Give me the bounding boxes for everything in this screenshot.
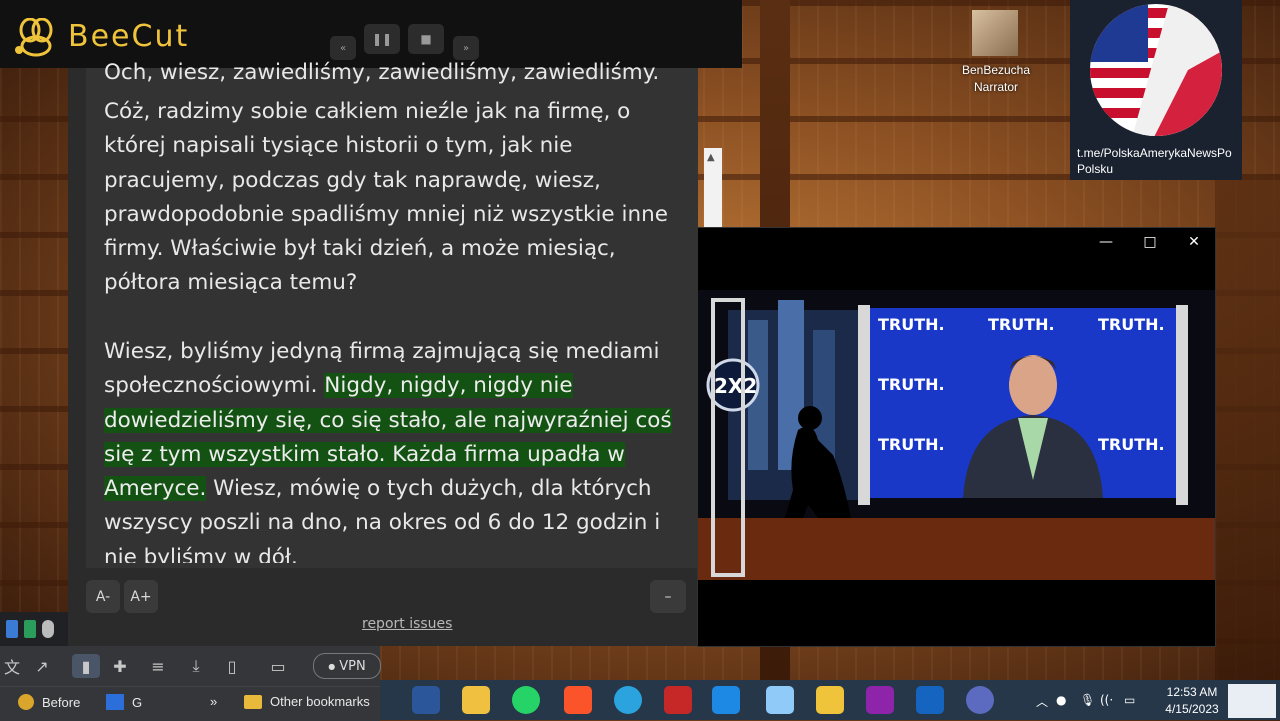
- clock-time: 12:53 AM: [1166, 685, 1218, 699]
- extension-icon[interactable]: [24, 620, 36, 638]
- wallet-icon[interactable]: ▭: [266, 654, 290, 678]
- whatsapp-icon[interactable]: [512, 686, 540, 714]
- telegram-icon[interactable]: [614, 686, 642, 714]
- wifi-icon[interactable]: ((·: [1100, 693, 1113, 707]
- us-poland-flag-icon: [1090, 4, 1222, 136]
- extension-strip: [0, 612, 68, 646]
- transcript-paragraph-2: Wiesz, byliśmy jedyną firmą zajmującą si…: [104, 335, 689, 563]
- transcript-paragraph-1: Cóż, radzimy sobie całkiem nieźle jak na…: [104, 99, 668, 296]
- scroll-up-icon[interactable]: ▲: [707, 152, 715, 163]
- bookmark-label: G: [132, 694, 143, 710]
- video-window: — □ ✕ TRUTH. TRUTH. TRUTH. TRUTH. TRUTH.…: [697, 227, 1216, 647]
- flag-label: t.me/PolskaAmerykaNewsPo Polsku: [1077, 146, 1232, 176]
- truth-wall-text: TRUTH.: [988, 315, 1055, 334]
- tray-app-icon[interactable]: ●: [1056, 693, 1066, 707]
- snipping-tool-icon[interactable]: [664, 686, 692, 714]
- minimize-button[interactable]: —: [1084, 228, 1128, 256]
- narrator-label: BenBezucha Narrator: [961, 63, 1031, 94]
- vpn-button[interactable]: ● VPN: [313, 653, 381, 679]
- brave-browser-icon[interactable]: [564, 686, 592, 714]
- photos-app-icon[interactable]: [916, 686, 944, 714]
- bookmark-favicon-icon: [106, 694, 124, 710]
- taskbar-clock[interactable]: 12:53 AM 4/15/2023: [1160, 684, 1224, 718]
- word-app-icon[interactable]: [412, 686, 440, 714]
- bookmark-label: Before: [42, 694, 81, 710]
- report-issues-link[interactable]: report issues: [362, 616, 452, 632]
- show-desktop-button[interactable]: [1228, 684, 1276, 718]
- close-button[interactable]: ✕: [1172, 228, 1216, 256]
- tray-overflow-icon[interactable]: ︿: [1036, 693, 1048, 710]
- video-frame[interactable]: TRUTH. TRUTH. TRUTH. TRUTH. TRUTH. TRUTH…: [698, 290, 1215, 580]
- other-bookmarks-folder[interactable]: Other bookmarks: [244, 694, 370, 709]
- transcript-panel: ▲ Och, wiesz, zawiedliśmy, zawiedliśmy, …: [68, 60, 722, 646]
- media-app-icon[interactable]: [966, 686, 994, 714]
- bookmark-favicon-icon: [18, 694, 34, 710]
- puzzle-icon[interactable]: ✚: [108, 654, 132, 678]
- brave-extension-icon[interactable]: ▮: [72, 654, 100, 678]
- app-name: BeeCut: [68, 19, 190, 54]
- truth-wall-text: TRUTH.: [1098, 315, 1165, 334]
- vpn-label: VPN: [339, 658, 366, 674]
- playlist-icon[interactable]: ≡: [146, 654, 170, 678]
- clock-date: 4/15/2023: [1165, 702, 1219, 716]
- truth-wall-text: TRUTH.: [878, 315, 945, 334]
- bookmark-before[interactable]: Before: [18, 694, 80, 710]
- bee-logo-icon: [15, 18, 53, 57]
- extension-icon[interactable]: [42, 620, 54, 638]
- share-icon[interactable]: ↗: [30, 654, 54, 678]
- truth-wall-text: TRUTH.: [878, 435, 945, 454]
- translate-icon[interactable]: 文: [0, 654, 24, 678]
- show-logo-text: 2X2: [714, 374, 757, 398]
- bookmark-label: Other bookmarks: [270, 694, 370, 709]
- wood-beam: [1215, 180, 1280, 680]
- font-decrease-button[interactable]: A-: [86, 580, 120, 613]
- stop-button[interactable]: ■: [408, 24, 444, 54]
- collapse-button[interactable]: –: [650, 580, 686, 613]
- narrator-avatar-icon[interactable]: [972, 10, 1018, 56]
- vpn-status-icon: ●: [328, 661, 336, 671]
- media-player-icon[interactable]: [712, 686, 740, 714]
- extension-icon[interactable]: [6, 620, 18, 638]
- download-icon[interactable]: ⤓: [184, 654, 208, 678]
- maximize-button[interactable]: □: [1128, 228, 1172, 256]
- bookmarks-overflow-button[interactable]: »: [210, 694, 217, 709]
- truth-wall-text: TRUTH.: [1098, 435, 1165, 454]
- truth-wall-text: TRUTH.: [878, 375, 945, 394]
- microphone-icon[interactable]: 🎙: [1080, 693, 1095, 707]
- battery-icon[interactable]: ▭: [1124, 693, 1135, 707]
- video-editor-icon[interactable]: [866, 686, 894, 714]
- pause-button[interactable]: ❚❚: [364, 24, 400, 54]
- folder-icon: [244, 694, 262, 709]
- file-explorer-icon[interactable]: [462, 686, 490, 714]
- bookmark-g[interactable]: G: [106, 694, 142, 710]
- font-increase-button[interactable]: A+: [124, 580, 158, 613]
- beecut-app-icon[interactable]: [816, 686, 844, 714]
- sidebar-icon[interactable]: ▯: [220, 654, 244, 678]
- notes-app-icon[interactable]: [766, 686, 794, 714]
- transcript-partial-line: Och, wiesz, zawiedliśmy, zawiedliśmy, za…: [104, 60, 660, 85]
